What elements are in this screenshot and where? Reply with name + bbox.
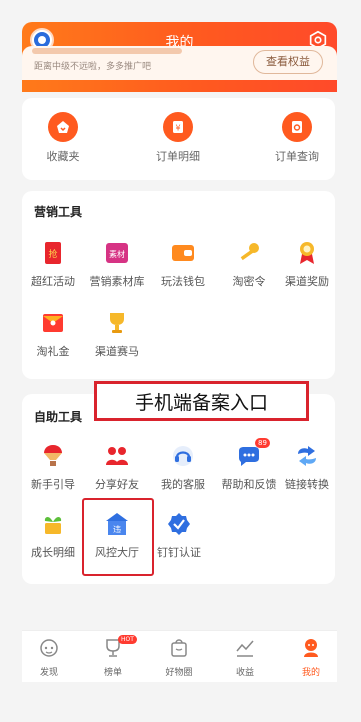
gift-money-button[interactable]: 淘礼金	[20, 311, 86, 359]
share-friends-label: 分享好友	[95, 478, 139, 491]
red-envelope-icon: 抢	[41, 241, 65, 265]
medal-icon	[295, 241, 319, 265]
growth-detail-label: 成长明细	[31, 546, 75, 559]
play-wallet-label: 玩法钱包	[161, 275, 205, 288]
trophy-icon	[105, 311, 129, 335]
share-friends-button[interactable]: 分享好友	[84, 444, 150, 492]
svg-text:¥: ¥	[175, 124, 180, 133]
help-feedback-badge: 89	[255, 438, 270, 448]
material-library-label: 营销素材库	[89, 275, 145, 288]
good-items-icon	[171, 639, 187, 657]
self-help-tools-title: 自助工具	[34, 410, 83, 424]
level-hint: 距离中级不远啦，多多推广吧	[34, 62, 152, 72]
super-red-activity-label: 超红活动	[31, 275, 75, 288]
growth-detail-button[interactable]: 成长明细	[20, 512, 86, 560]
growth-icon	[41, 512, 65, 536]
order-detail-label: 订单明细	[156, 150, 200, 163]
tab-profile[interactable]: 我的	[286, 637, 336, 678]
red-envelope-glyph: 抢	[48, 248, 57, 260]
order-search-label: 订单查询	[275, 150, 319, 163]
help-feedback-button[interactable]: 89 帮助和反馈	[216, 438, 282, 492]
earnings-icon	[236, 640, 254, 657]
channel-race-label: 渠道赛马	[95, 345, 139, 358]
link-convert-label: 链接转换	[285, 478, 329, 491]
customer-service-icon	[171, 444, 195, 468]
help-feedback-icon: 89	[237, 438, 270, 468]
channel-reward-button[interactable]: 渠道奖励	[274, 241, 340, 289]
marketing-tools-title: 营销工具	[34, 205, 83, 219]
material-glyph: 素材	[109, 249, 125, 259]
channel-reward-label: 渠道奖励	[285, 275, 329, 288]
key-icon	[237, 241, 261, 265]
discover-icon	[40, 639, 58, 657]
level-card: 距离中级不远啦，多多推广吧 查看权益	[22, 46, 337, 80]
favorites-icon	[48, 112, 78, 142]
beginner-guide-button[interactable]: 新手引导	[20, 444, 86, 492]
hot-air-balloon-icon	[41, 444, 65, 468]
customer-service-button[interactable]: 我的客服	[150, 444, 216, 492]
level-progress	[32, 48, 182, 54]
tab-profile-label: 我的	[301, 668, 320, 678]
order-search-button[interactable]: 订单查询	[262, 112, 332, 164]
material-library-icon: 素材	[105, 241, 129, 265]
gift-money-label: 淘礼金	[36, 345, 70, 358]
dingtalk-verify-button[interactable]: 钉钉认证	[146, 512, 212, 560]
wallet-icon	[171, 241, 195, 265]
tab-ranking-label: 榜单	[103, 668, 122, 678]
dingtalk-verify-label: 钉钉认证	[157, 546, 201, 559]
risk-control-highlight	[82, 498, 154, 576]
order-detail-button[interactable]: ¥ 订单明细	[143, 112, 213, 164]
gift-money-icon	[41, 311, 65, 335]
share-friends-icon	[105, 444, 129, 468]
link-convert-icon	[295, 444, 319, 468]
tab-good-items-label: 好物圈	[165, 668, 193, 678]
favorites-button[interactable]: 收藏夹	[28, 112, 98, 164]
link-convert-button[interactable]: 链接转换	[274, 444, 340, 492]
favorites-label: 收藏夹	[46, 150, 80, 163]
super-red-activity-button[interactable]: 抢 超红活动	[20, 241, 86, 289]
view-rights-button[interactable]: 查看权益	[253, 50, 323, 74]
channel-race-button[interactable]: 渠道赛马	[84, 311, 150, 359]
bottom-tab-bar: 发现 HOT 榜单 好物圈 收益 我的	[22, 630, 337, 682]
tab-good-items[interactable]: 好物圈	[154, 637, 204, 678]
order-search-icon	[282, 112, 312, 142]
tab-discover-label: 发现	[39, 668, 58, 678]
screen: 我的 距离中级不远啦，多多推广吧 查看权益 收藏夹 ¥ 订单明细 订单查询 营销…	[0, 0, 361, 722]
quick-actions-card: 收藏夹 ¥ 订单明细 订单查询	[22, 98, 335, 180]
taobao-code-label: 淘密令	[232, 275, 266, 288]
profile-icon	[304, 639, 318, 657]
tab-ranking[interactable]: HOT 榜单	[88, 635, 138, 678]
marketing-tools-card: 营销工具 抢 超红活动 素材 营销素材库 玩法钱包 淘密令 渠道奖励 淘礼金 渠…	[22, 191, 335, 379]
material-library-button[interactable]: 素材 营销素材库	[84, 241, 150, 289]
customer-service-label: 我的客服	[161, 478, 205, 491]
dingtalk-verify-icon	[167, 512, 191, 536]
self-help-tools-card: 自助工具 新手引导 分享好友 我的客服 89 帮助和反馈 链接转换 成长明细 违…	[22, 394, 335, 584]
tab-earnings[interactable]: 收益	[220, 637, 270, 678]
mobile-filing-entry-annotation: 手机端备案入口	[94, 381, 309, 421]
help-feedback-label: 帮助和反馈	[221, 478, 277, 491]
tab-discover[interactable]: 发现	[24, 637, 74, 678]
beginner-guide-label: 新手引导	[31, 478, 75, 491]
tab-earnings-label: 收益	[235, 668, 254, 678]
taobao-code-button[interactable]: 淘密令	[216, 241, 282, 289]
ranking-hot-badge: HOT	[118, 635, 137, 644]
play-wallet-button[interactable]: 玩法钱包	[150, 241, 216, 289]
order-detail-icon: ¥	[163, 112, 193, 142]
